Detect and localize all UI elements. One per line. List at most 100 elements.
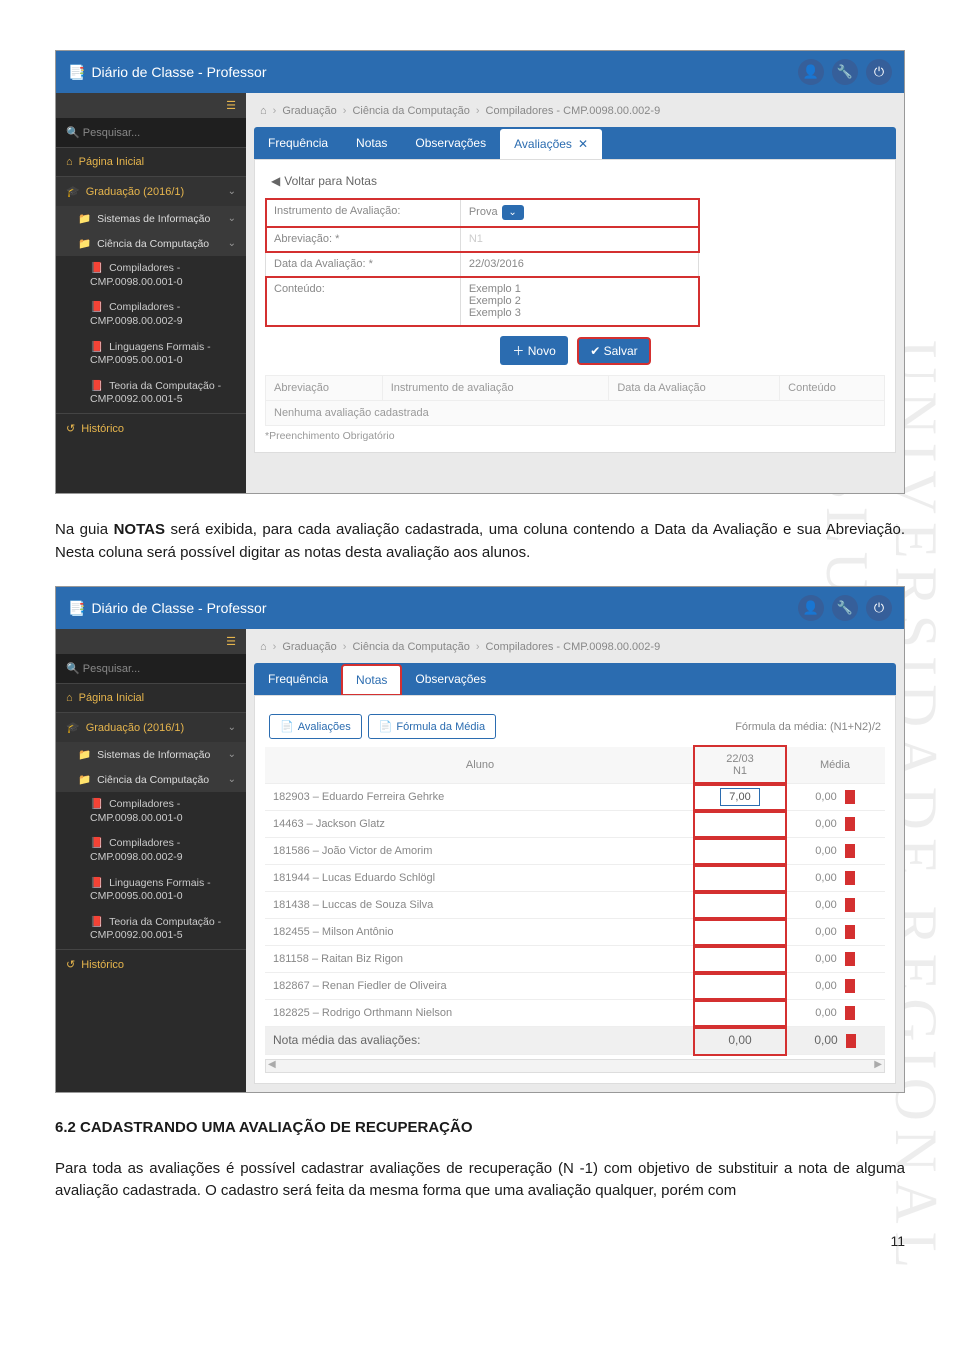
grade-n1-cell[interactable] [695, 946, 785, 973]
breadcrumb-level1[interactable]: Graduação [282, 641, 336, 653]
sidebar-program-si[interactable]: 📁Sistemas de Informação⌄ [56, 742, 246, 767]
grade-row: 182867 – Renan Fiedler de Oliveira0,00 [265, 973, 885, 1000]
app-logo-icon: 📑 [68, 600, 85, 617]
sidebar-program-cc[interactable]: 📁Ciência da Computação⌄ [56, 231, 246, 256]
sidebar-search[interactable]: 🔍 Pesquisar... [56, 118, 246, 147]
tab-avaliacoes[interactable]: Avaliações✕ [500, 129, 602, 159]
user-icon-button[interactable]: 👤 [798, 595, 824, 621]
grade-n1-cell[interactable] [695, 865, 785, 892]
status-bar-icon [845, 898, 855, 912]
sidebar-course-2[interactable]: 📕Compiladores - CMP.0098.00.002-9 [56, 295, 246, 334]
sidebar-historico[interactable]: ↺Histórico [56, 949, 246, 979]
sidebar-course-1[interactable]: 📕Compiladores - CMP.0098.00.001-0 [56, 792, 246, 831]
chevron-down-icon: ⌄ [228, 722, 236, 733]
avaliacoes-button[interactable]: 📄Avaliações [269, 714, 362, 739]
sidebar-toggle[interactable]: ☰ [56, 93, 246, 118]
breadcrumb-level3[interactable]: Compiladores - CMP.0098.00.002-9 [486, 105, 661, 117]
sidebar-toggle[interactable]: ☰ [56, 629, 246, 654]
tab-frequencia[interactable]: Frequência [254, 128, 342, 158]
date-input[interactable]: 22/03/2016 [460, 252, 698, 277]
screenshot-1: 📑 Diário de Classe - Professor 👤 🔧 ⏻ ☰ 🔍… [55, 50, 905, 494]
grade-n1-cell[interactable] [695, 811, 785, 838]
sidebar-historico[interactable]: ↺Histórico [56, 413, 246, 443]
sidebar-graduacao[interactable]: 🎓Graduação (2016/1)⌄ [56, 176, 246, 206]
sidebar-program-cc[interactable]: 📁Ciência da Computação⌄ [56, 767, 246, 792]
media-cell: 0,00 [785, 892, 885, 919]
formula-button[interactable]: 📄Fórmula da Média [368, 714, 496, 739]
tab-observacoes[interactable]: Observações [401, 664, 500, 694]
folder-icon: 📁 [78, 237, 91, 250]
grade-n1-cell[interactable] [695, 892, 785, 919]
breadcrumb-level3[interactable]: Compiladores - CMP.0098.00.002-9 [486, 641, 661, 653]
user-icon-button[interactable]: 👤 [798, 59, 824, 85]
horizontal-scrollbar[interactable]: ◀▶ [265, 1059, 885, 1073]
sidebar-home[interactable]: ⌂Página Inicial [56, 147, 246, 176]
breadcrumb: ⌂ › Graduação › Ciência da Computação › … [254, 637, 896, 663]
back-to-notas-link[interactable]: ◀Voltar para Notas [265, 170, 885, 198]
grade-row: 182903 – Eduardo Ferreira Gehrke7,000,00 [265, 784, 885, 811]
breadcrumb-level2[interactable]: Ciência da Computação [352, 641, 469, 653]
formula-display: Fórmula da média: (N1+N2)/2 [735, 721, 881, 733]
tab-notas[interactable]: Notas [342, 128, 401, 158]
tabs-bar: Frequência Notas Observações [254, 663, 896, 695]
settings-icon-button[interactable]: 🔧 [832, 59, 858, 85]
sidebar-course-3[interactable]: 📕Linguagens Formais - CMP.0095.00.001-0 [56, 871, 246, 910]
sidebar-course-3[interactable]: 📕Linguagens Formais - CMP.0095.00.001-0 [56, 335, 246, 374]
salvar-button[interactable]: ✔ Salvar [578, 338, 649, 364]
power-icon-button[interactable]: ⏻ [866, 595, 892, 621]
grade-n1-cell[interactable] [695, 838, 785, 865]
folder-icon: 📁 [78, 773, 91, 786]
tabs-bar: Frequência Notas Observações Avaliações✕ [254, 127, 896, 159]
sidebar-program-si[interactable]: 📁Sistemas de Informação⌄ [56, 206, 246, 231]
tab-observacoes[interactable]: Observações [401, 128, 500, 158]
sidebar-graduacao[interactable]: 🎓Graduação (2016/1)⌄ [56, 712, 246, 742]
instrument-select[interactable]: Prova⌄ [460, 199, 698, 227]
tab-frequencia[interactable]: Frequência [254, 664, 342, 694]
hamburger-icon: ☰ [226, 100, 236, 112]
abbrev-input[interactable]: N1 [460, 227, 698, 252]
sidebar-course-4[interactable]: 📕Teoria da Computação - CMP.0092.00.001-… [56, 910, 246, 949]
content-textarea[interactable]: Exemplo 1 Exemplo 2 Exemplo 3 [460, 277, 698, 326]
status-bar-icon [845, 871, 855, 885]
chevron-down-icon[interactable]: ⌄ [502, 205, 524, 220]
grade-n1-cell[interactable] [695, 973, 785, 1000]
folder-icon: 📁 [78, 748, 91, 761]
power-icon-button[interactable]: ⏻ [866, 59, 892, 85]
student-cell: 181438 – Luccas de Souza Silva [265, 892, 695, 919]
student-cell: 181944 – Lucas Eduardo Schlögl [265, 865, 695, 892]
evaluation-form: Instrumento de Avaliação: Prova⌄ Abrevia… [265, 198, 699, 326]
media-cell: 0,00 [785, 811, 885, 838]
breadcrumb-level1[interactable]: Graduação [282, 105, 336, 117]
grade-n1-cell[interactable] [695, 919, 785, 946]
student-cell: 182825 – Rodrigo Orthmann Nielson [265, 1000, 695, 1027]
status-bar-icon [846, 1034, 856, 1048]
media-cell: 0,00 [785, 973, 885, 1000]
tab-notas[interactable]: Notas [342, 665, 401, 695]
sidebar-search[interactable]: 🔍 Pesquisar... [56, 654, 246, 683]
sidebar-course-2[interactable]: 📕Compiladores - CMP.0098.00.002-9 [56, 831, 246, 870]
app-title: Diário de Classe - Professor [91, 600, 266, 616]
col-n1: 22/03 N1 [695, 747, 785, 784]
breadcrumb-home-icon[interactable]: ⌂ [260, 641, 267, 653]
required-footnote: *Preenchimento Obrigatório [265, 426, 885, 442]
app-header: 📑 Diário de Classe - Professor 👤 🔧 ⏻ [56, 587, 904, 629]
sidebar-home[interactable]: ⌂Página Inicial [56, 683, 246, 712]
settings-icon-button[interactable]: 🔧 [832, 595, 858, 621]
close-icon[interactable]: ✕ [578, 137, 588, 151]
grade-n1-cell[interactable]: 7,00 [695, 784, 785, 811]
breadcrumb-level2[interactable]: Ciência da Computação [352, 105, 469, 117]
instrument-label: Instrumento de Avaliação: [266, 199, 461, 227]
novo-button[interactable]: ＋ Novo [500, 336, 567, 365]
folder-icon: 📁 [78, 212, 91, 225]
status-bar-icon [845, 844, 855, 858]
sidebar-course-4[interactable]: 📕Teoria da Computação - CMP.0092.00.001-… [56, 374, 246, 413]
app-title: Diário de Classe - Professor [91, 64, 266, 80]
sidebar-course-1[interactable]: 📕Compiladores - CMP.0098.00.001-0 [56, 256, 246, 295]
doc-heading: 6.2 CADASTRANDO UMA AVALIAÇÃO DE RECUPER… [55, 1119, 905, 1136]
grade-row: 181158 – Raitan Biz Rigon0,00 [265, 946, 885, 973]
breadcrumb-home-icon[interactable]: ⌂ [260, 105, 267, 117]
history-icon: ↺ [66, 958, 75, 971]
back-arrow-icon: ◀ [271, 174, 280, 188]
grade-n1-cell[interactable] [695, 1000, 785, 1027]
book-icon: 📕 [90, 916, 103, 930]
